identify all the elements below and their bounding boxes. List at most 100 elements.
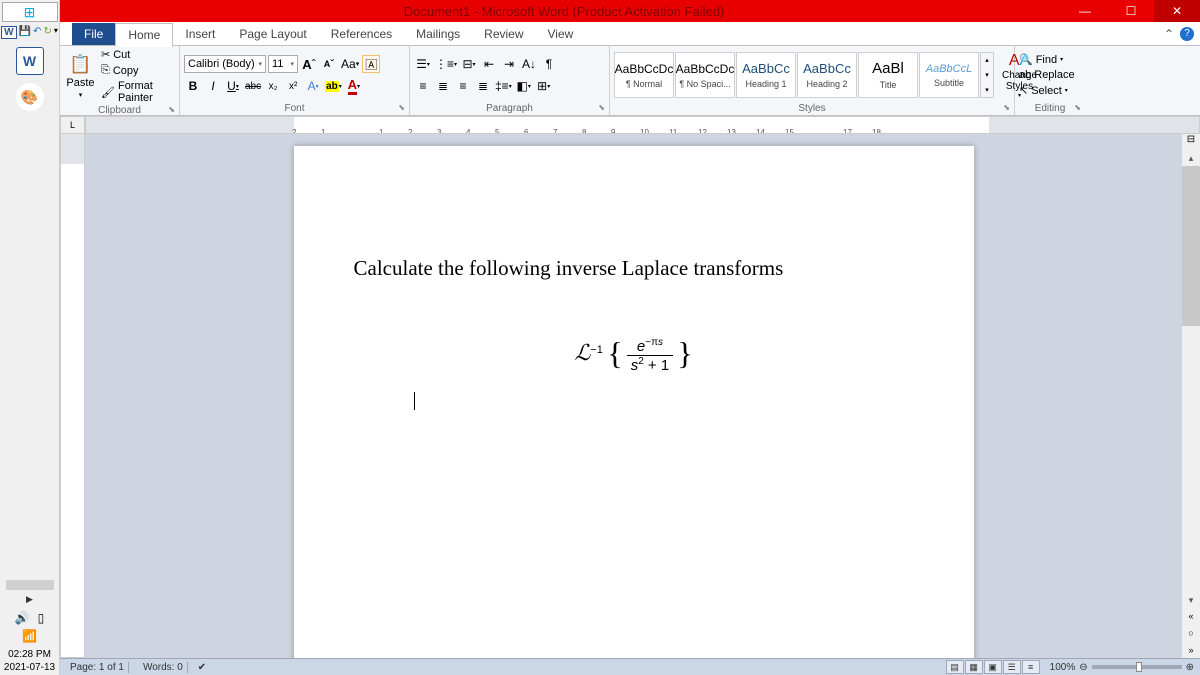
minimize-button[interactable]: —	[1062, 0, 1108, 22]
help-icon[interactable]: ?	[1180, 27, 1194, 41]
bold-button[interactable]: B	[184, 77, 202, 95]
borders-button[interactable]: ⊞▾	[535, 77, 553, 95]
text-effects-button[interactable]: A▾	[304, 77, 322, 95]
close-button[interactable]: ✕	[1154, 0, 1200, 22]
taskbar-word-icon[interactable]: W	[16, 47, 44, 75]
taskbar-date[interactable]: 2021-07-13	[4, 662, 55, 673]
zoom-slider[interactable]	[1092, 665, 1182, 669]
document-viewport[interactable]: Calculate the following inverse Laplace …	[85, 134, 1182, 658]
tab-mailings[interactable]: Mailings	[404, 23, 472, 45]
style-title[interactable]: AaBlTitle	[858, 52, 918, 98]
document-page[interactable]: Calculate the following inverse Laplace …	[294, 146, 974, 658]
paste-button[interactable]: 📋 Paste ▾	[64, 51, 97, 101]
horizontal-ruler[interactable]	[85, 116, 1200, 134]
sound-icon[interactable]: 🔊	[15, 611, 30, 625]
align-right-button[interactable]: ≡	[454, 77, 472, 95]
tab-references[interactable]: References	[319, 23, 404, 45]
justify-button[interactable]: ≣	[474, 77, 492, 95]
italic-button[interactable]: I	[204, 77, 222, 95]
bullets-button[interactable]: ☰▾	[414, 55, 432, 73]
next-page-icon[interactable]: »	[1182, 641, 1200, 658]
replace-button[interactable]: abReplace	[1019, 69, 1075, 81]
numbering-button[interactable]: ⋮≡▾	[434, 55, 458, 73]
taskbar-clock[interactable]: 02:28 PM	[8, 649, 51, 660]
signal-icon[interactable]: 📶	[22, 629, 37, 643]
vertical-ruler[interactable]	[60, 134, 85, 658]
ruler-corner[interactable]: L	[60, 116, 85, 134]
tab-page-layout[interactable]: Page Layout	[227, 23, 318, 45]
browse-object-icon[interactable]: ○	[1182, 625, 1200, 642]
align-center-button[interactable]: ≣	[434, 77, 452, 95]
view-web-layout[interactable]: ▣	[984, 660, 1002, 674]
multilevel-button[interactable]: ⊟▾	[460, 55, 478, 73]
grow-font-button[interactable]: Aˆ	[300, 55, 318, 73]
style-subtitle[interactable]: AaBbCcLSubtitle	[919, 52, 979, 98]
superscript-button[interactable]: x²	[284, 77, 302, 95]
sort-button[interactable]: A↓	[520, 55, 538, 73]
style-no-spacing[interactable]: AaBbCcDc¶ No Spaci...	[675, 52, 735, 98]
shading-button[interactable]: ◧▾	[515, 77, 533, 95]
copy-button[interactable]: ⎘Copy	[101, 64, 175, 77]
tab-insert[interactable]: Insert	[173, 23, 227, 45]
zoom-control: 100% ⊖ ⊕	[1050, 662, 1194, 673]
document-formula: ℒ−1 {e−πss2 + 1}	[354, 331, 914, 374]
style-normal[interactable]: AaBbCcDc¶ Normal	[614, 52, 674, 98]
change-case-button[interactable]: Aa▾	[340, 55, 360, 73]
os-taskbar: ⊞ W 💾 ↶ ↻ ▾ W 🎨 ▶ 🔊 ▯ 📶 02:28 PM 2021-07…	[0, 0, 60, 675]
status-page[interactable]: Page: 1 of 1	[66, 662, 129, 673]
line-spacing-button[interactable]: ‡≡▾	[494, 77, 513, 95]
view-print-layout[interactable]: ▤	[946, 660, 964, 674]
view-full-screen[interactable]: ▦	[965, 660, 983, 674]
subscript-button[interactable]: x₂	[264, 77, 282, 95]
tab-file[interactable]: File	[72, 23, 115, 45]
prev-page-icon[interactable]: «	[1182, 608, 1200, 625]
status-words[interactable]: Words: 0	[139, 662, 188, 673]
increase-indent-button[interactable]: ⇥	[500, 55, 518, 73]
align-left-button[interactable]: ≡	[414, 77, 432, 95]
font-size-select[interactable]: 11▾	[268, 55, 298, 73]
save-qat-icon[interactable]: 💾	[19, 26, 31, 39]
redo-qat-icon[interactable]: ↻	[43, 26, 51, 39]
status-proof-icon[interactable]: ✔	[198, 662, 206, 673]
qat-dropdown-icon[interactable]: ▾	[54, 26, 58, 39]
clear-formatting-button[interactable]: 🄰	[362, 55, 380, 73]
find-icon: 🔍	[1019, 53, 1033, 66]
undo-qat-icon[interactable]: ↶	[33, 26, 41, 39]
zoom-level[interactable]: 100%	[1050, 662, 1076, 673]
tab-review[interactable]: Review	[472, 23, 535, 45]
tab-home[interactable]: Home	[115, 23, 173, 47]
scroll-up-icon[interactable]: ▴	[1182, 150, 1200, 166]
scroll-track[interactable]	[1182, 166, 1200, 592]
vertical-scrollbar[interactable]: ⊟ ▴ ▾ « ○ »	[1182, 134, 1200, 658]
zoom-out-button[interactable]: ⊖	[1079, 662, 1087, 673]
select-button[interactable]: ↖Select▾	[1019, 84, 1075, 97]
find-button[interactable]: 🔍Find▾	[1019, 53, 1075, 66]
cut-button[interactable]: ✂Cut	[101, 48, 175, 61]
zoom-in-button[interactable]: ⊕	[1186, 662, 1194, 673]
start-button[interactable]: ⊞	[2, 2, 58, 22]
scroll-thumb[interactable]	[1182, 166, 1200, 326]
highlight-button[interactable]: ab▾	[324, 77, 343, 95]
battery-icon[interactable]: ▯	[38, 611, 45, 625]
styles-scroll[interactable]: ▴▾▾	[980, 52, 994, 98]
ruler-toggle-icon[interactable]: ⊟	[1182, 134, 1200, 150]
shrink-font-button[interactable]: Aˇ	[320, 55, 338, 73]
decrease-indent-button[interactable]: ⇤	[480, 55, 498, 73]
strikethrough-button[interactable]: abc	[244, 77, 262, 95]
style-heading-1[interactable]: AaBbCcHeading 1	[736, 52, 796, 98]
scroll-down-icon[interactable]: ▾	[1182, 592, 1200, 608]
show-marks-button[interactable]: ¶	[540, 55, 558, 73]
tab-view[interactable]: View	[536, 23, 586, 45]
word-qat-icon[interactable]: W	[1, 26, 16, 39]
maximize-button[interactable]: ☐	[1108, 0, 1154, 22]
taskbar-paint-icon[interactable]: 🎨	[16, 83, 44, 111]
font-color-button[interactable]: A▾	[345, 77, 363, 95]
minimize-ribbon-icon[interactable]: ⌃	[1164, 27, 1174, 41]
font-name-select[interactable]: Calibri (Body)▾	[184, 55, 266, 73]
taskbar-arrow-icon[interactable]: ▶	[26, 594, 33, 605]
underline-button[interactable]: U▾	[224, 77, 242, 95]
view-outline[interactable]: ☰	[1003, 660, 1021, 674]
format-painter-button[interactable]: 🖌Format Painter	[101, 80, 175, 104]
view-draft[interactable]: ≡	[1022, 660, 1040, 674]
style-heading-2[interactable]: AaBbCcHeading 2	[797, 52, 857, 98]
